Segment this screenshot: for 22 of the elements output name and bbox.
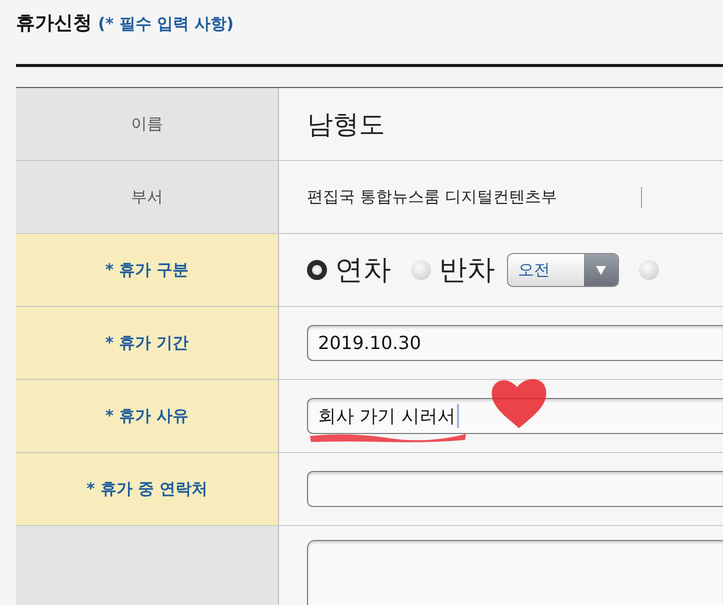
radio-label: 연차: [335, 252, 391, 288]
field-label: 부서: [131, 186, 163, 208]
field-label: * 휴가 중 연락처: [86, 478, 208, 500]
field-label: 이름: [131, 114, 163, 134]
radio-button[interactable]: [307, 260, 327, 280]
text-area[interactable]: [307, 540, 723, 605]
input-field[interactable]: 회사 가기 시러서: [307, 398, 723, 434]
input-field[interactable]: [307, 471, 723, 507]
name-value: 남형도: [307, 108, 385, 142]
page-title: 휴가신청: [16, 11, 92, 36]
radio-button[interactable]: [639, 260, 659, 280]
required-note: (* 필수 입력 사항): [98, 14, 234, 35]
department-value: 편집국 통합뉴스룸 디지털컨텐츠부: [307, 186, 558, 208]
text-cursor: [457, 404, 460, 428]
period-dropdown[interactable]: 오전: [507, 253, 619, 287]
field-label: * 휴가 사유: [105, 406, 189, 426]
radio-label: 반차: [439, 252, 495, 288]
field-label: * 휴가 구분: [105, 260, 189, 280]
radio-button[interactable]: [411, 260, 431, 280]
input-field[interactable]: 2019.10.30: [307, 325, 723, 361]
field-label: * 휴가 기간: [105, 332, 189, 354]
dropdown-arrow-icon: [595, 264, 607, 276]
